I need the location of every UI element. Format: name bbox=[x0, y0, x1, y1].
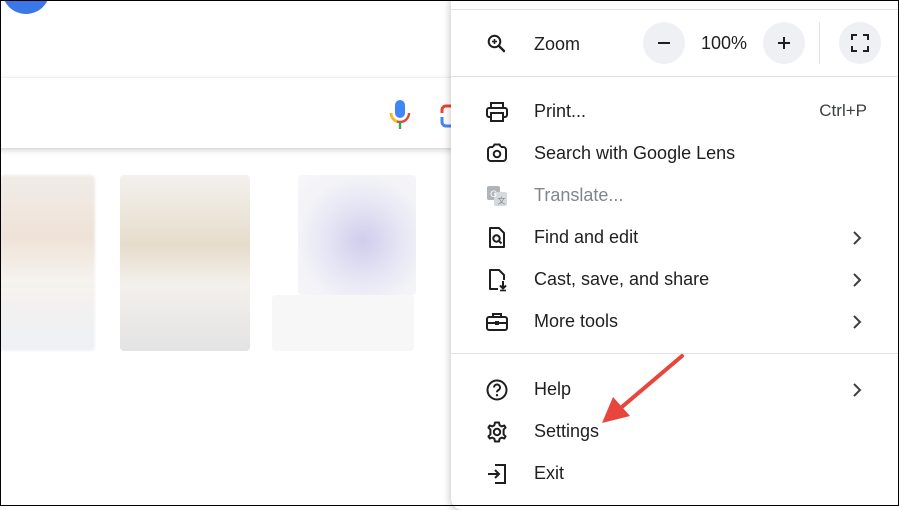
fullscreen-icon bbox=[851, 34, 869, 52]
image-thumbnail[interactable] bbox=[298, 175, 416, 295]
menu-item-label: Exit bbox=[534, 463, 565, 483]
google-lens-icon bbox=[487, 143, 507, 162]
translate-icon: G 文 bbox=[487, 186, 507, 206]
fullscreen-button[interactable] bbox=[839, 22, 881, 64]
chevron-right-icon bbox=[853, 231, 862, 245]
menu-item-label: Help bbox=[534, 379, 572, 399]
menu-divider bbox=[451, 353, 899, 354]
menu-item-find-and-edit[interactable]: Find and edit bbox=[451, 216, 899, 258]
exit-icon bbox=[488, 464, 506, 484]
menu-item-label: Search with Google Lens bbox=[534, 143, 736, 163]
menu-item-label: More tools bbox=[534, 311, 619, 331]
menu-item-more-tools[interactable]: More tools bbox=[451, 300, 899, 342]
image-thumbnail-caption bbox=[272, 295, 414, 351]
zoom-separator bbox=[819, 22, 820, 64]
menu-item-translate[interactable]: G 文 Translate... bbox=[451, 174, 899, 216]
toolbox-icon bbox=[486, 313, 508, 331]
menu-item-label: Cast, save, and share bbox=[534, 269, 710, 289]
chevron-right-icon bbox=[853, 315, 862, 329]
zoom-out-button[interactable] bbox=[643, 22, 685, 64]
svg-text:文: 文 bbox=[498, 196, 506, 206]
menu-item-label: Find and edit bbox=[534, 227, 639, 247]
keyboard-shortcut: Ctrl+P bbox=[819, 101, 867, 120]
menu-item-print[interactable]: Print... Ctrl+P bbox=[451, 90, 899, 132]
menu-item-label: Settings bbox=[534, 421, 600, 441]
zoom-icon bbox=[487, 34, 506, 53]
menu-item-settings[interactable]: Settings bbox=[451, 410, 899, 452]
image-thumbnail[interactable] bbox=[120, 175, 250, 351]
help-icon bbox=[486, 379, 508, 401]
find-page-icon bbox=[489, 227, 505, 248]
menu-divider bbox=[451, 9, 899, 10]
menu-divider bbox=[451, 76, 899, 77]
chevron-right-icon bbox=[853, 383, 862, 397]
menu-item-help[interactable]: Help bbox=[451, 368, 899, 410]
menu-item-google-lens[interactable]: Search with Google Lens bbox=[451, 132, 899, 174]
menu-item-label: Print... bbox=[534, 101, 587, 121]
plus-icon bbox=[778, 37, 790, 49]
menu-item-exit[interactable]: Exit bbox=[451, 452, 899, 494]
gear-icon bbox=[487, 421, 507, 443]
zoom-label: Zoom bbox=[534, 34, 581, 54]
image-thumbnail[interactable] bbox=[0, 175, 95, 351]
minus-icon bbox=[658, 42, 670, 44]
zoom-in-button[interactable] bbox=[763, 22, 805, 64]
svg-text:G: G bbox=[490, 190, 497, 200]
printer-icon bbox=[486, 102, 508, 122]
menu-item-cast-save-share[interactable]: Cast, save, and share bbox=[451, 258, 899, 300]
file-download-icon bbox=[489, 269, 507, 292]
chevron-right-icon bbox=[853, 273, 862, 287]
microphone-icon[interactable] bbox=[388, 100, 412, 130]
menu-item-label: Translate... bbox=[534, 185, 624, 205]
zoom-level: 100% bbox=[700, 33, 748, 53]
account-avatar[interactable] bbox=[2, 0, 50, 14]
